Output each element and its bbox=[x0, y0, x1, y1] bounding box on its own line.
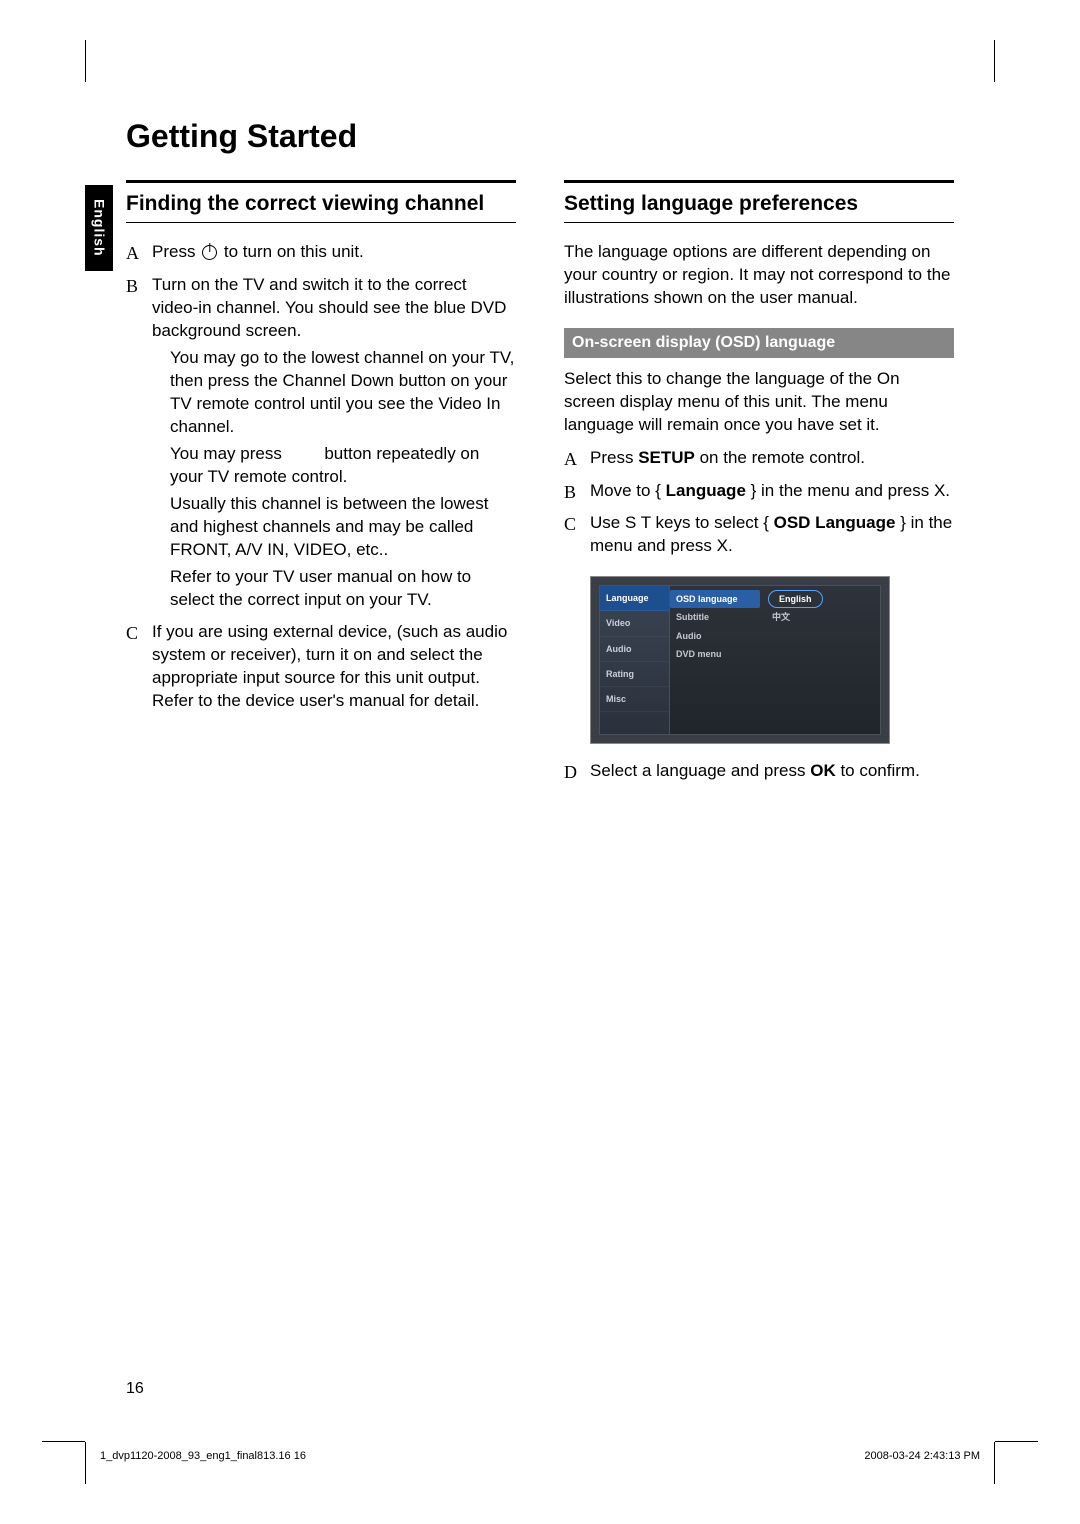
osd-intro: Select this to change the language of th… bbox=[564, 368, 954, 437]
step-text: Press SETUP on the remote control. bbox=[590, 448, 865, 467]
crop-mark bbox=[42, 1441, 85, 1442]
step-text: Press to turn on this unit. bbox=[152, 242, 364, 261]
step-text: Move to { Language } in the menu and pre… bbox=[590, 481, 950, 500]
osd-menu-item-language: Language bbox=[600, 586, 669, 611]
step-marker: A bbox=[564, 447, 577, 471]
right-column: Setting language preferences The languag… bbox=[564, 180, 954, 793]
footer-left: 1_dvp1120-2008_93_eng1_final813.16 16 bbox=[100, 1449, 306, 1464]
osd-menu-item-video: Video bbox=[600, 611, 669, 636]
crop-mark bbox=[994, 40, 995, 82]
osd-sub-osdlanguage: OSD language bbox=[670, 590, 760, 608]
step-text: Use S T keys to select { OSD Language } … bbox=[590, 513, 952, 555]
right-step-a: A Press SETUP on the remote control. bbox=[564, 447, 954, 470]
right-step-d: D Select a language and press OK to conf… bbox=[564, 760, 954, 783]
footer: 1_dvp1120-2008_93_eng1_final813.16 16 20… bbox=[100, 1449, 980, 1464]
left-column: Finding the correct viewing channel A Pr… bbox=[126, 180, 516, 793]
osd-menu-item-misc: Misc bbox=[600, 687, 669, 712]
left-step-a: A Press to turn on this unit. bbox=[126, 241, 516, 264]
crop-mark bbox=[995, 1441, 1038, 1442]
language-tab: English bbox=[85, 185, 113, 271]
substep: Refer to your TV user manual on how to s… bbox=[152, 566, 516, 612]
osd-menu-item-rating: Rating bbox=[600, 662, 669, 687]
osd-menu-illustration: Language Video Audio Rating Misc OSD lan… bbox=[590, 576, 890, 744]
left-step-b: B Turn on the TV and switch it to the co… bbox=[126, 274, 516, 611]
step-marker: C bbox=[126, 621, 138, 645]
right-step-b: B Move to { Language } in the menu and p… bbox=[564, 480, 954, 503]
crop-mark bbox=[85, 40, 86, 82]
language-tab-label: English bbox=[90, 199, 109, 257]
osd-sub-dvdmenu: DVD menu bbox=[670, 645, 760, 663]
osd-menu-categories: Language Video Audio Rating Misc bbox=[600, 586, 670, 734]
step-text: Select a language and press OK to confir… bbox=[590, 761, 920, 780]
right-intro: The language options are different depen… bbox=[564, 241, 954, 310]
step-marker: B bbox=[126, 274, 138, 298]
page-title: Getting Started bbox=[126, 115, 954, 158]
osd-heading-bar: On-screen display (OSD) language bbox=[564, 328, 954, 358]
footer-right: 2008-03-24 2:43:13 PM bbox=[864, 1449, 980, 1464]
osd-menu-item-audio: Audio bbox=[600, 637, 669, 662]
page-content: Getting Started Finding the correct view… bbox=[126, 115, 954, 793]
right-heading: Setting language preferences bbox=[564, 191, 954, 216]
step-text: If you are using external device, (such … bbox=[152, 622, 507, 710]
step-marker: D bbox=[564, 760, 577, 784]
left-heading: Finding the correct viewing channel bbox=[126, 191, 516, 216]
step-marker: C bbox=[564, 512, 576, 536]
step-text: Turn on the TV and switch it to the corr… bbox=[152, 275, 506, 340]
right-step-c: C Use S T keys to select { OSD Language … bbox=[564, 512, 954, 558]
osd-menu-options: English 中文 bbox=[760, 586, 880, 734]
osd-sub-subtitle: Subtitle bbox=[670, 608, 760, 626]
power-icon bbox=[202, 245, 217, 260]
left-step-c: C If you are using external device, (suc… bbox=[126, 621, 516, 713]
page-number: 16 bbox=[126, 1378, 144, 1400]
step-marker: A bbox=[126, 241, 139, 265]
osd-option-chinese: 中文 bbox=[764, 608, 798, 626]
step-marker: B bbox=[564, 480, 576, 504]
substep: You may press button repeatedly on your … bbox=[152, 443, 516, 489]
substep: Usually this channel is between the lowe… bbox=[152, 493, 516, 562]
osd-option-english: English bbox=[768, 590, 823, 608]
osd-menu-sublist: OSD language Subtitle Audio DVD menu bbox=[670, 586, 760, 734]
osd-sub-audio: Audio bbox=[670, 627, 760, 645]
substep: You may go to the lowest channel on your… bbox=[152, 347, 516, 439]
crop-mark bbox=[994, 1442, 995, 1484]
crop-mark bbox=[85, 1442, 86, 1484]
